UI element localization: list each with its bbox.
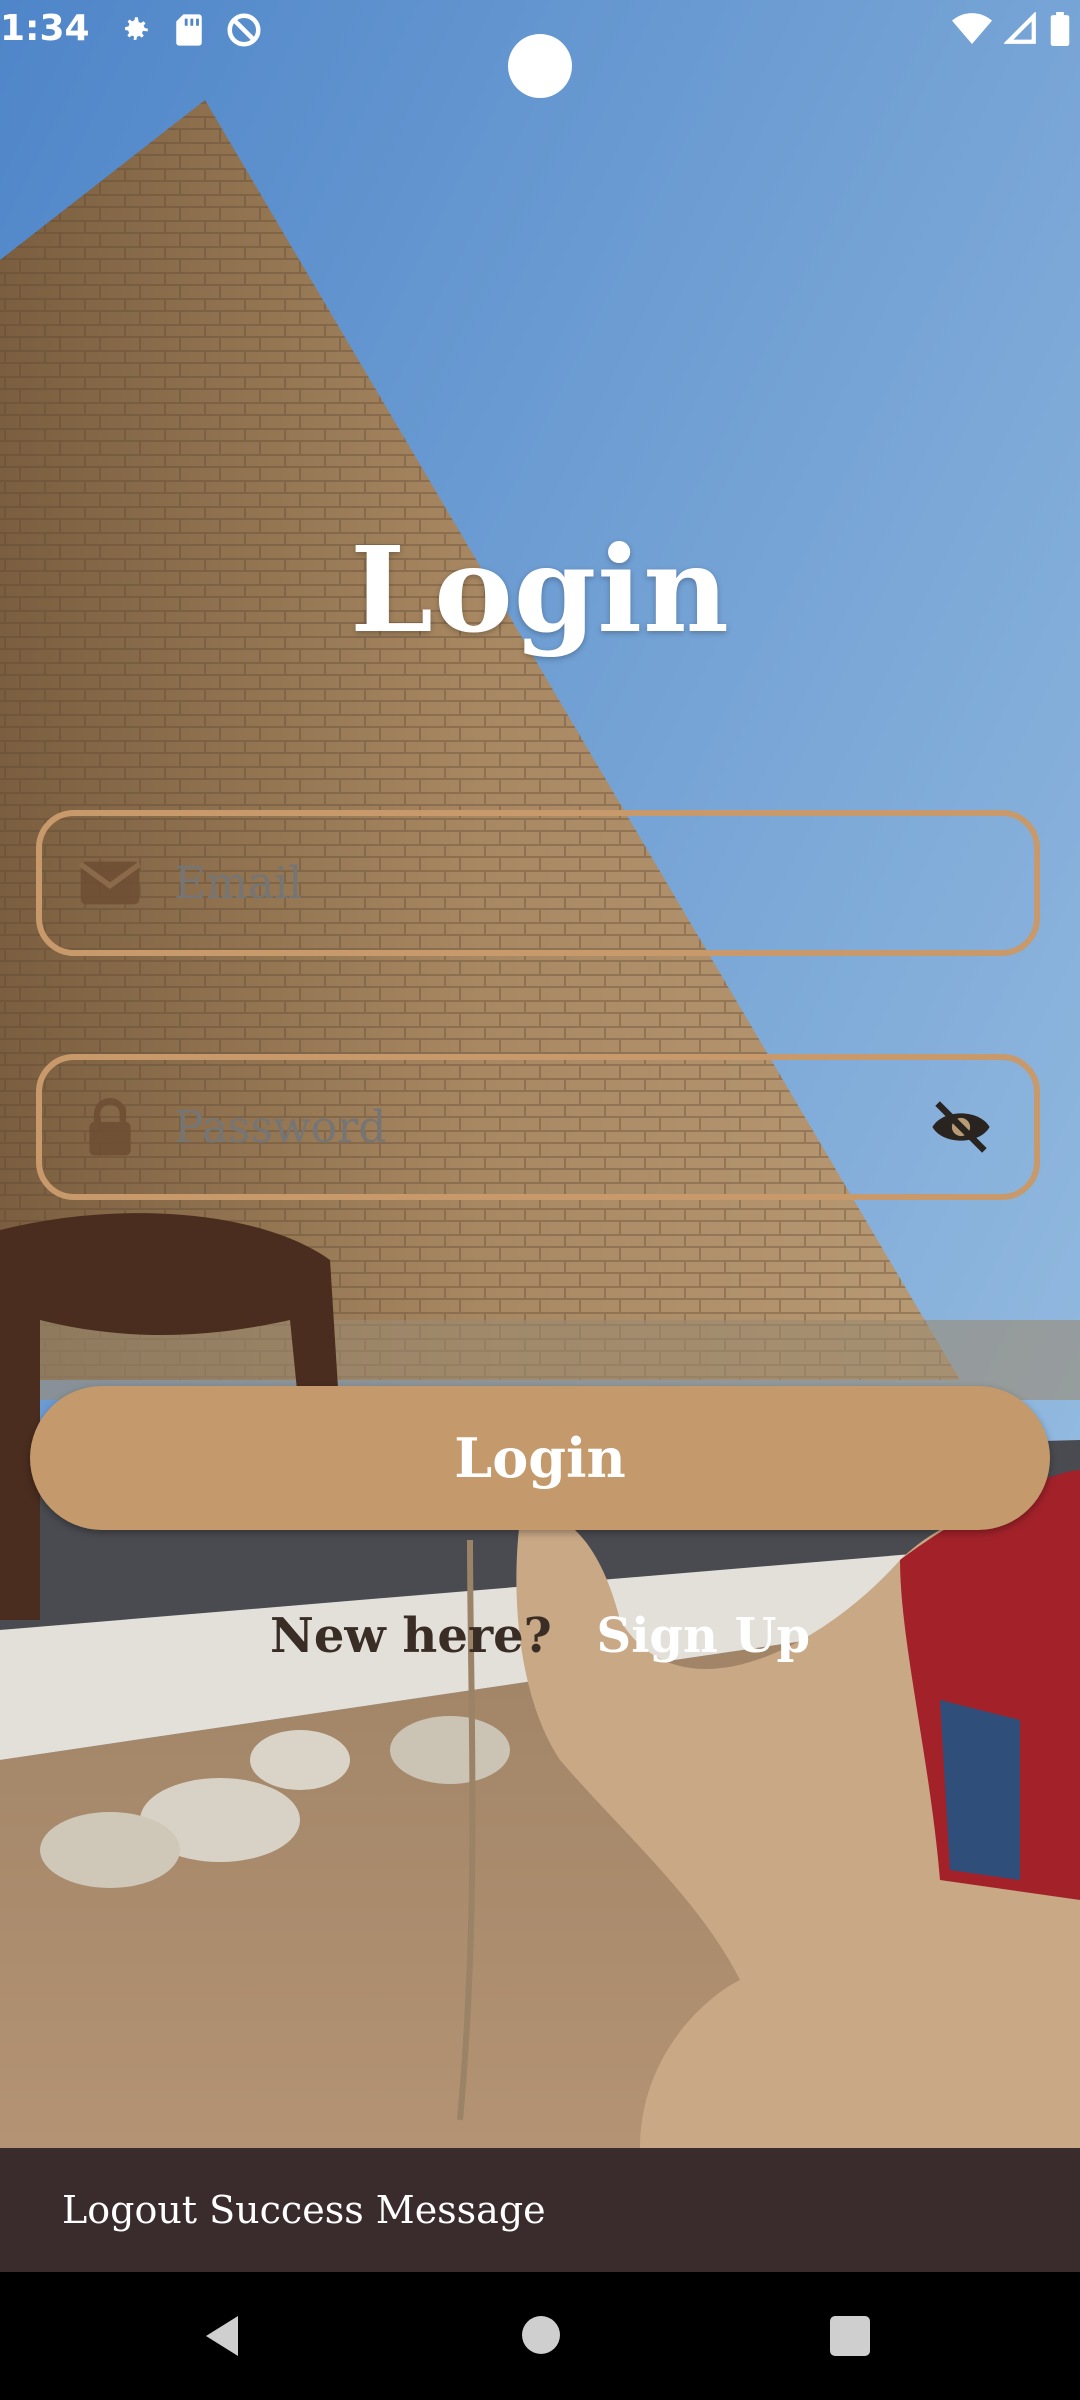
lock-icon	[70, 1096, 150, 1158]
page-title: Login	[350, 520, 730, 659]
email-field[interactable]	[36, 810, 1040, 956]
camera-cutout	[508, 34, 572, 98]
wifi-icon	[952, 12, 992, 50]
sd-card-icon	[174, 13, 204, 51]
settings-icon	[118, 13, 152, 51]
snackbar-message: Logout Success Message	[62, 2188, 546, 2232]
login-button[interactable]: Login	[30, 1386, 1050, 1530]
back-icon[interactable]	[202, 2314, 242, 2362]
signup-link[interactable]: Sign Up	[597, 1608, 811, 1664]
recents-icon[interactable]	[830, 2316, 870, 2356]
cell-signal-icon	[1003, 11, 1038, 50]
do-not-disturb-icon	[226, 12, 262, 52]
email-input[interactable]	[172, 856, 1034, 910]
navigation-bar	[0, 2272, 1080, 2400]
signup-prompt: New here?	[269, 1608, 552, 1664]
visibility-off-icon[interactable]	[916, 1101, 1006, 1153]
status-time: 1:34	[0, 8, 90, 49]
signup-row: New here? Sign Up	[0, 1608, 1080, 1664]
password-input[interactable]	[172, 1100, 916, 1154]
battery-icon	[1050, 12, 1070, 50]
email-icon	[70, 856, 150, 910]
password-field[interactable]	[36, 1054, 1040, 1200]
home-icon[interactable]	[522, 2316, 560, 2354]
snackbar: Logout Success Message	[0, 2148, 1080, 2272]
status-bar: 1:34	[0, 0, 1080, 98]
